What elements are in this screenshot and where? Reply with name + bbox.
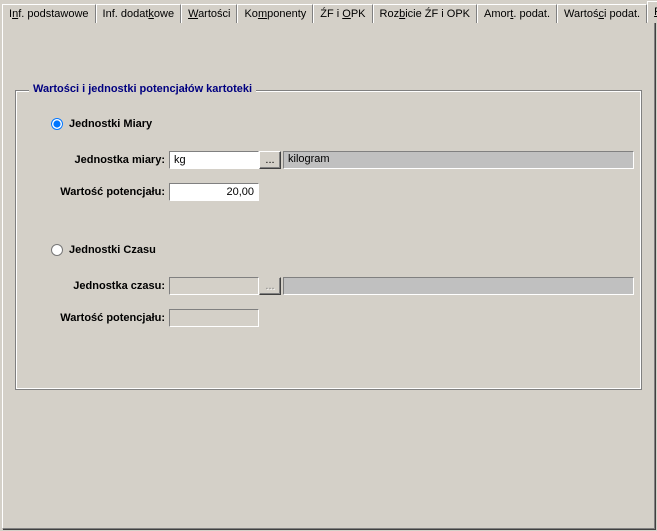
input-time-potential-value xyxy=(169,309,259,327)
label-unit-of-time: Jednostka czasu: xyxy=(15,280,169,292)
tab-komponenty[interactable]: Komponenty xyxy=(237,4,313,23)
groupbox-title: Wartości i jednostki potencjałów kartote… xyxy=(29,83,256,95)
tab-inf-podstawowe[interactable]: Inf. podstawowe xyxy=(2,4,96,23)
tab-amort-podat[interactable]: Amort. podat. xyxy=(477,4,557,23)
radio-units-of-measure[interactable] xyxy=(51,118,63,130)
tab-potencjaly[interactable]: Potencjały xyxy=(647,1,657,23)
tabstrip: Inf. podstawowe Inf. dodatkowe Wartości … xyxy=(0,0,657,22)
browse-unit-button[interactable]: ... xyxy=(259,151,281,169)
radio-units-of-time-label: Jednostki Czasu xyxy=(69,244,156,256)
tab-rozbicie-zf-i-opk[interactable]: Rozbicie ŹF i OPK xyxy=(373,4,477,23)
tab-wartosci[interactable]: Wartości xyxy=(181,4,237,23)
input-unit-of-measure[interactable] xyxy=(169,151,259,169)
time-description xyxy=(283,277,634,295)
tab-inf-dodatkowe[interactable]: Inf. dodatkowe xyxy=(96,4,182,23)
label-unit-potential-value: Wartość potencjału: xyxy=(15,186,169,198)
groupbox-potentials: Wartości i jednostki potencjałów kartote… xyxy=(15,90,642,390)
tab-wartosci-podat[interactable]: Wartości podat. xyxy=(557,4,647,23)
input-unit-potential-value[interactable] xyxy=(169,183,259,201)
radio-units-of-measure-label: Jednostki Miary xyxy=(69,118,152,130)
label-unit-of-measure: Jednostka miary: xyxy=(15,154,169,166)
radio-units-of-time[interactable] xyxy=(51,244,63,256)
label-time-potential-value: Wartość potencjału: xyxy=(15,312,169,324)
unit-description: kilogram xyxy=(283,151,634,169)
input-unit-of-time xyxy=(169,277,259,295)
tab-panel: Wartości i jednostki potencjałów kartote… xyxy=(2,21,655,529)
browse-time-button: ... xyxy=(259,277,281,295)
window: Inf. podstawowe Inf. dodatkowe Wartości … xyxy=(0,0,657,531)
tab-zf-i-opk[interactable]: ŹF i OPK xyxy=(313,4,372,23)
